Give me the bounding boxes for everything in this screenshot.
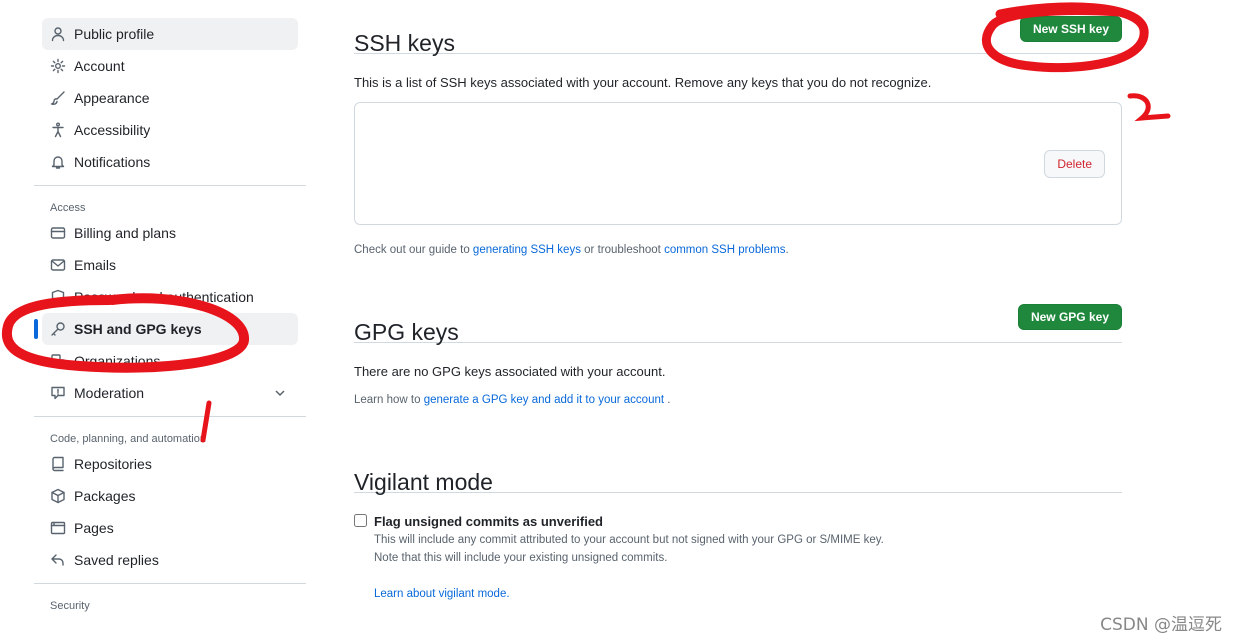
annotation-arrow-right [1127,93,1171,122]
sidebar-item-label: Appearance [74,90,150,106]
watermark-text: CSDN @温逗死 [1100,615,1222,635]
organization-icon [50,353,66,369]
sidebar-heading-security: Security [50,600,90,612]
accessibility-icon [50,122,66,138]
delete-key-button[interactable]: Delete [1044,150,1105,178]
guide-mid: or troubleshoot [580,244,665,256]
new-gpg-key-button[interactable]: New GPG key [1017,304,1122,330]
sidebar-item-label: Saved replies [74,552,159,568]
sidebar-item-packages[interactable]: Packages [42,480,298,512]
sidebar-item-account[interactable]: Account [42,50,298,82]
sidebar-item-label: Packages [74,488,136,504]
ssh-guide-text: Check out our guide to generating SSH ke… [354,244,789,256]
new-ssh-key-button[interactable]: New SSH key [1019,16,1122,42]
sidebar-item-label: Notifications [74,154,151,170]
package-icon [50,488,66,504]
sidebar-item-moderation[interactable]: Moderation [42,377,298,409]
vigilant-checkbox-label[interactable]: Flag unsigned commits as unverified [374,514,603,529]
browser-icon [50,520,66,536]
sidebar-item-pages[interactable]: Pages [42,512,298,544]
ssh-section-header: SSH keys New SSH key [354,14,1122,56]
active-indicator [34,319,38,339]
generating-ssh-keys-link[interactable]: generating SSH keys [473,244,581,256]
mail-icon [50,257,66,273]
sidebar-item-label: Password and authentication [74,289,254,305]
guide-suffix: . [785,244,789,256]
sidebar-item-emails[interactable]: Emails [42,249,298,281]
sidebar-item-saved-replies[interactable]: Saved replies [42,544,298,576]
reply-icon [50,552,66,568]
sidebar-item-public-profile[interactable]: Public profile [42,18,298,50]
generate-gpg-key-link[interactable]: generate a GPG key and add it to your ac… [424,394,664,406]
sidebar-item-ssh-gpg-keys[interactable]: SSH and GPG keys [34,313,298,345]
repo-icon [50,456,66,472]
ssh-description: This is a list of SSH keys associated wi… [354,75,932,90]
sidebar-item-label: Account [74,58,125,74]
sidebar-divider [34,416,306,417]
chevron-down-icon[interactable] [272,385,288,401]
sidebar-item-repositories[interactable]: Repositories [42,448,298,480]
vigilant-title: Vigilant mode [354,469,493,495]
sidebar-item-notifications[interactable]: Notifications [42,146,298,178]
sidebar-divider [34,583,306,584]
gear-icon [50,58,66,74]
shield-lock-icon [50,289,66,305]
sidebar-item-label: Public profile [74,26,155,42]
common-ssh-problems-link[interactable]: common SSH problems [664,244,785,256]
person-icon [50,26,66,42]
ssh-title: SSH keys [354,30,455,56]
ssh-key-list: Delete [354,102,1122,225]
bell-icon [50,154,66,170]
sidebar-item-accessibility[interactable]: Accessibility [42,114,298,146]
learn-vigilant-mode-link[interactable]: Learn about vigilant mode. [374,588,510,600]
sidebar-item-billing[interactable]: Billing and plans [42,217,298,249]
vigilant-mode-checkbox[interactable] [354,514,367,527]
gpg-learn-text: Learn how to generate a GPG key and add … [354,394,670,406]
sidebar-item-label: SSH and GPG keys [74,321,202,337]
sidebar-item-appearance[interactable]: Appearance [42,82,298,114]
credit-card-icon [50,225,66,241]
vigilant-desc-1: This will include any commit attributed … [374,534,884,546]
settings-sidebar: Public profile Account Appearance Access… [34,0,306,640]
sidebar-heading-access: Access [50,202,86,214]
report-icon [50,385,66,401]
guide-prefix: Check out our guide to [354,244,473,256]
sidebar-heading-code: Code, planning, and automation [50,433,206,445]
sidebar-item-label: Moderation [74,385,145,401]
sidebar-item-organizations[interactable]: Organizations [42,345,298,377]
sidebar-item-label: Billing and plans [74,225,176,241]
learn-prefix: Learn how to [354,394,424,406]
sidebar-item-password[interactable]: Password and authentication [42,281,298,313]
gpg-section-header: GPG keys New GPG key [354,303,1122,345]
gpg-empty-text: There are no GPG keys associated with yo… [354,364,666,379]
sidebar-item-label: Emails [74,257,117,273]
sidebar-divider [34,185,306,186]
sidebar-item-label: Repositories [74,456,152,472]
vigilant-desc-2: Note that this will include your existin… [374,552,668,564]
sidebar-item-label: Accessibility [74,122,151,138]
key-icon [50,321,66,337]
learn-suffix: . [664,394,671,406]
sidebar-item-label: Pages [74,520,114,536]
sidebar-item-label: Organizations [74,353,161,369]
paintbrush-icon [50,90,66,106]
gpg-title: GPG keys [354,319,459,345]
vigilant-section-header: Vigilant mode [354,453,1122,495]
